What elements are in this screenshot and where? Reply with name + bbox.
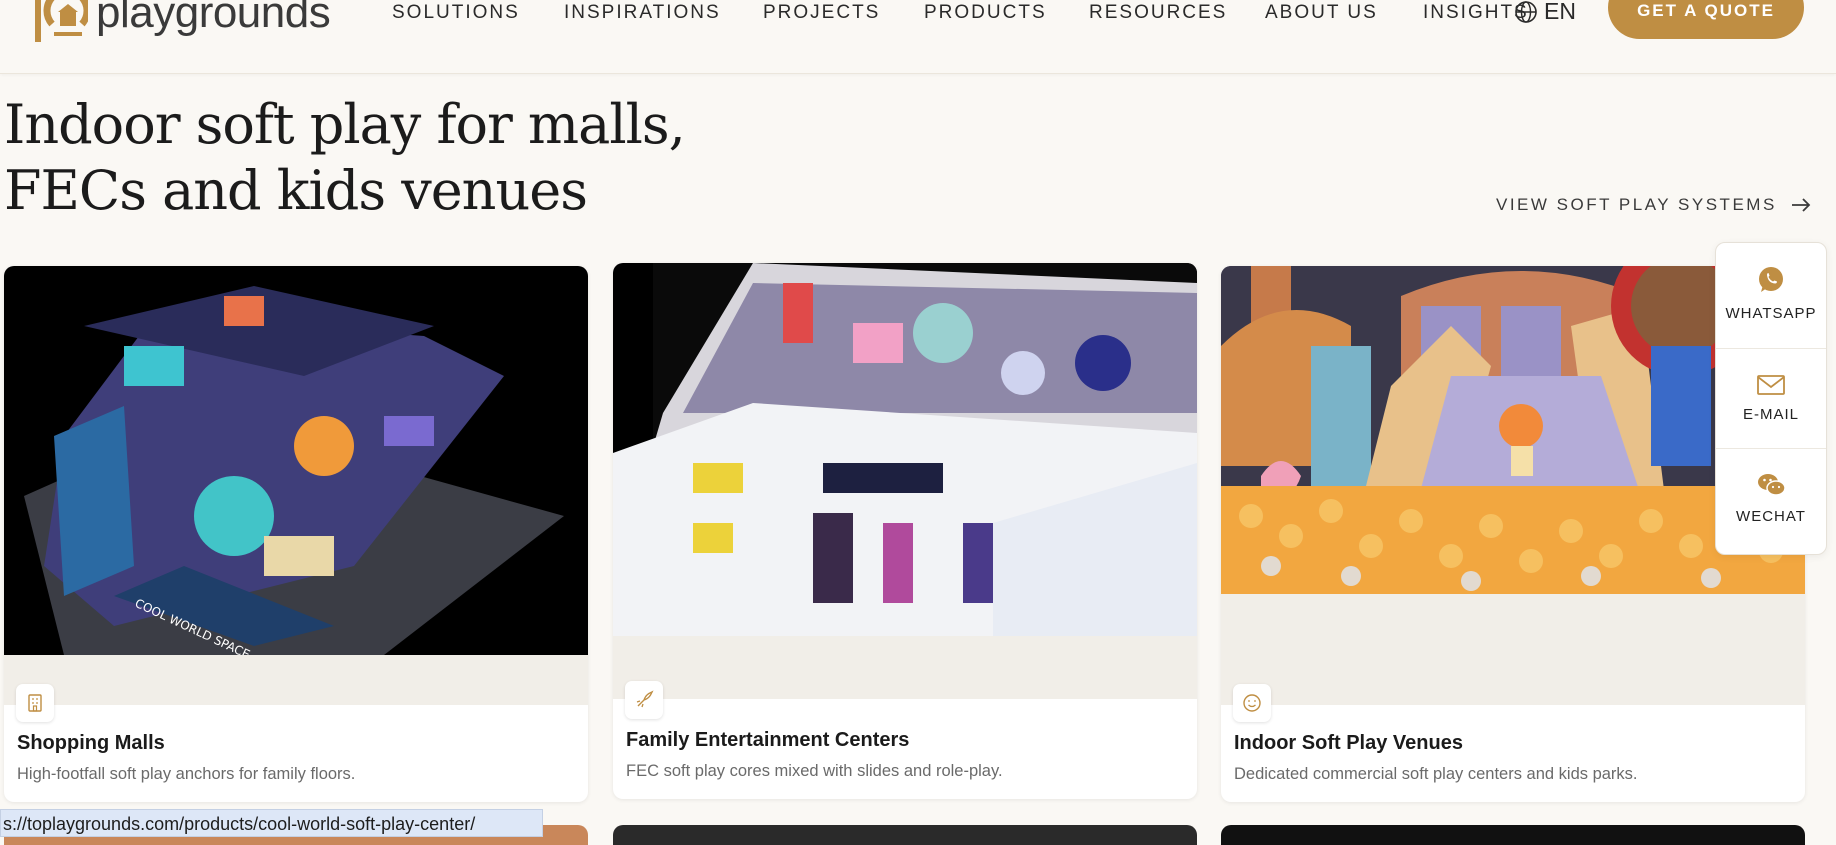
page-title-line-1: Indoor soft play for malls,: [4, 93, 686, 156]
get-quote-button[interactable]: GET A QUOTE: [1608, 0, 1804, 39]
smiley-icon: [1233, 684, 1271, 722]
card-description: Dedicated commercial soft play centers a…: [1234, 765, 1638, 783]
rocket-icon: [625, 681, 663, 719]
nav-solutions[interactable]: SOLUTIONS: [392, 2, 520, 24]
whatsapp-icon: [1759, 266, 1783, 292]
card-image: COOL WORLD SPACE: [4, 266, 588, 662]
card-family-entertainment-centers[interactable]: Family Entertainment Centers FEC soft pl…: [613, 263, 1197, 799]
card-title: Shopping Malls: [17, 732, 165, 754]
card-title: Family Entertainment Centers: [626, 729, 910, 751]
next-card-image: [613, 825, 1197, 845]
building-icon: [16, 684, 54, 722]
logo[interactable]: playgrounds: [30, 0, 331, 44]
contact-widget: WHATSAPP E-MAIL WECHAT: [1715, 242, 1827, 555]
mail-icon: [1757, 374, 1785, 395]
view-soft-play-systems-link[interactable]: VIEW SOFT PLAY SYSTEMS: [1496, 195, 1811, 215]
arrow-right-icon: [1791, 198, 1811, 212]
language-switcher[interactable]: EN: [1514, 0, 1576, 25]
whatsapp-button[interactable]: WHATSAPP: [1716, 243, 1826, 343]
card-description: High-footfall soft play anchors for fami…: [17, 765, 356, 783]
logo-text: playgrounds: [96, 0, 331, 37]
card-image-band: [613, 636, 1197, 699]
whatsapp-label: WHATSAPP: [1725, 304, 1817, 322]
nav-about-us[interactable]: ABOUT US: [1265, 2, 1378, 24]
view-link-label: VIEW SOFT PLAY SYSTEMS: [1496, 195, 1777, 214]
card-image: [613, 263, 1197, 636]
nav-products[interactable]: PRODUCTS: [924, 2, 1047, 24]
wechat-icon: [1758, 473, 1786, 496]
card-title: Indoor Soft Play Venues: [1234, 732, 1463, 754]
nav-projects[interactable]: PROJECTS: [763, 2, 880, 24]
language-label: EN: [1544, 0, 1576, 24]
nav-resources[interactable]: RESOURCES: [1089, 2, 1227, 24]
next-card-image: [1221, 825, 1805, 845]
globe-icon: [1515, 0, 1537, 23]
wechat-label: WECHAT: [1736, 507, 1806, 525]
nav-insights[interactable]: INSIGHTS: [1423, 2, 1529, 24]
site-header: playgrounds SOLUTIONS INSPIRATIONS PROJE…: [0, 0, 1836, 74]
email-label: E-MAIL: [1742, 405, 1799, 423]
link-preview-url: s://toplaygrounds.com/products/cool-worl…: [0, 809, 543, 837]
page-title: Indoor soft play for malls, FECs and kid…: [4, 92, 704, 224]
logo-icon: [30, 0, 91, 42]
nav-inspirations[interactable]: INSPIRATIONS: [564, 2, 721, 24]
card-description: FEC soft play cores mixed with slides an…: [626, 762, 1003, 780]
card-shopping-malls[interactable]: COOL WORLD SPACE Shopping Malls High-foo…: [4, 266, 588, 802]
email-button[interactable]: E-MAIL: [1716, 348, 1826, 448]
card-image-band: [1221, 594, 1805, 705]
wechat-button[interactable]: WECHAT: [1716, 448, 1826, 548]
page-title-line-2: FECs and kids venues: [4, 159, 588, 222]
card-image-band: [4, 655, 588, 705]
